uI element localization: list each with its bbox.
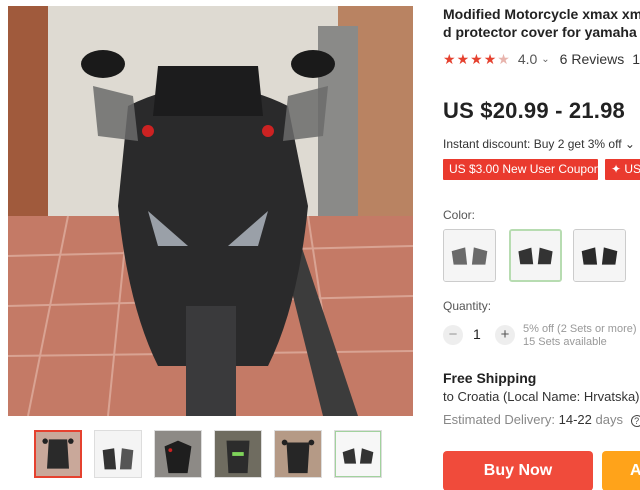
delivery-days: 14-22 [558, 412, 592, 427]
estimated-delivery: Estimated Delivery: 14-22 days ? [443, 412, 640, 427]
product-title-line-1: Modified Motorcycle xmax xmax2 [443, 6, 640, 22]
new-user-coupon[interactable]: US $3.00 New User Coupon [443, 159, 600, 180]
product-title[interactable]: Modified Motorcycle xmax xmax2 d protect… [443, 5, 640, 41]
shipping-title: Free Shipping [443, 370, 537, 386]
stock-available: 15 Sets available [523, 336, 607, 348]
quantity-increase-button[interactable]: + [495, 325, 515, 345]
chevron-down-icon[interactable]: ⌄ [541, 54, 549, 65]
star-icon: ★ [497, 50, 510, 67]
main-product-image[interactable] [8, 6, 413, 416]
thumbnail-6[interactable] [334, 430, 382, 478]
delivery-label: Estimated Delivery: [443, 412, 555, 427]
color-option-black[interactable] [573, 229, 626, 282]
instant-discount-text: Instant discount: Buy 2 get 3% off [443, 137, 622, 151]
thumbnail-3[interactable] [154, 430, 202, 478]
rating-row: ★ ★ ★ ★ ★ 4.0 ⌄ 6 Reviews 18 [443, 50, 640, 68]
quantity-input[interactable]: 1 [473, 326, 481, 342]
shipping-destination[interactable]: to Croatia (Local Name: Hrvatska) [443, 389, 640, 404]
orders-count: 18 [632, 51, 640, 67]
product-title-line-2: d protector cover for yamaha xma [443, 24, 640, 40]
add-to-cart-button[interactable]: A [602, 451, 640, 490]
color-option-gray[interactable] [443, 229, 496, 282]
rating-value: 4.0 [517, 51, 538, 67]
product-info-panel: Modified Motorcycle xmax xmax2 d protect… [443, 0, 640, 490]
bulk-discount-note: 5% off (2 Sets or more) [523, 323, 637, 335]
star-icon: ★ [470, 50, 483, 67]
star-icon: ★ [456, 50, 470, 67]
reviews-link[interactable]: 6 Reviews [560, 51, 625, 67]
thumbnail-1[interactable] [34, 430, 82, 478]
star-rating: ★ ★ ★ ★ ★ [443, 51, 510, 68]
quantity-note: 5% off (2 Sets or more) 15 Sets availabl… [523, 323, 637, 349]
thumbnail-2[interactable] [94, 430, 142, 478]
thumbnail-5[interactable] [274, 430, 322, 478]
chevron-down-icon: ⌄ [624, 137, 635, 151]
star-icon: ★ [483, 50, 497, 67]
color-label: Color: [443, 208, 476, 222]
thumbnail-4[interactable] [214, 430, 262, 478]
quantity-label: Quantity: [443, 299, 492, 313]
quantity-stepper: − 1 + 5% off (2 Sets or more) 15 Sets av… [443, 323, 640, 349]
help-icon[interactable]: ? [630, 414, 640, 427]
quantity-decrease-button[interactable]: − [443, 325, 463, 345]
buy-now-button[interactable]: Buy Now [443, 451, 593, 490]
store-coupon[interactable]: ✦ US $ [605, 159, 640, 180]
color-option-black-green[interactable] [509, 229, 562, 282]
delivery-unit: days [595, 412, 623, 427]
price-range: US $20.99 - 21.98 [443, 98, 625, 123]
star-icon: ★ [443, 50, 456, 67]
instant-discount[interactable]: Instant discount: Buy 2 get 3% off ⌄ [443, 137, 635, 151]
